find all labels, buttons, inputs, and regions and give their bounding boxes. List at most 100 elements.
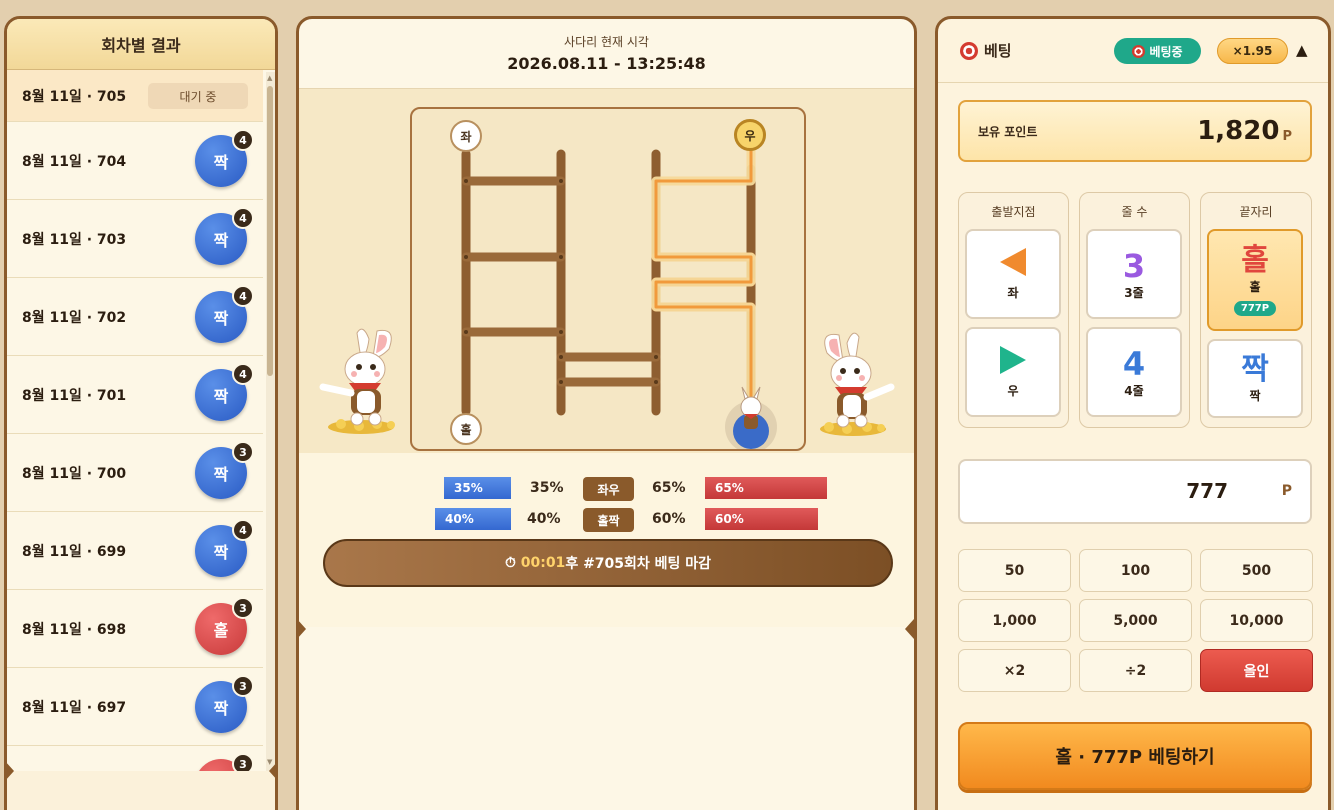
scroll-up-icon[interactable]: ▲ [267, 74, 272, 82]
end-digit-section: 끝자리 홀 홀 777P 짝 짝 [1200, 192, 1312, 428]
line-count-section: 줄 수 3 3줄 4 4줄 [1079, 192, 1190, 428]
timer-icon: ⏱ [504, 555, 521, 571]
betting-countdown: ⏱ 00:01 후 #705회차 베팅 마감 [323, 539, 893, 587]
section-title: 출발지점 [991, 205, 1036, 219]
chip-button[interactable]: ×2 [958, 649, 1071, 692]
section-title: 끝자리 [1239, 205, 1273, 219]
line-count-badge: 4 [232, 519, 254, 541]
end-left-marker: 홀 [450, 413, 482, 445]
ladder-board: 좌 우 홀 [410, 107, 806, 451]
results-panel: 회차별 결과 8월 11일 · 705 대기 중 8월 11일 · 704 짝 4 8… [4, 16, 278, 810]
clock-value: 2026.08.11 - 13:25:48 [507, 54, 706, 73]
option-label: 우 [1007, 383, 1019, 398]
option-label: 3줄 [1124, 285, 1144, 300]
result-row: 8월 11일 · 697 짝 3 [7, 668, 263, 746]
result-row: 8월 11일 · 703 짝 4 [7, 200, 263, 278]
chevron-right-icon[interactable] [299, 619, 306, 639]
result-row: 8월 11일 · 701 짝 4 [7, 356, 263, 434]
option-even[interactable]: 짝 짝 [1207, 339, 1303, 418]
status-badge: 대기 중 [148, 83, 248, 109]
round-label: 8월 11일 · 697 [22, 699, 127, 716]
option-right[interactable]: 우 [965, 327, 1061, 417]
start-left-marker: 좌 [450, 120, 482, 152]
chevron-left-icon[interactable] [269, 761, 275, 781]
option-label: 짝 [1249, 389, 1261, 403]
points-box: 보유 포인트 1,820 P [958, 100, 1312, 162]
multiplier-badge: ×1.95 [1217, 38, 1288, 64]
chip-button[interactable]: 500 [1200, 549, 1313, 592]
place-bet-button[interactable]: 홀 · 777P 베팅하기 [958, 722, 1312, 790]
round-label: 8월 11일 · 699 [22, 543, 127, 560]
result-row: 8월 11일 · 698 홀 3 [7, 590, 263, 668]
left-pct-text: 35% [530, 480, 564, 496]
odd-pct-text: 40% [527, 511, 561, 527]
right-pct-text: 65% [652, 480, 686, 496]
start-point-section: 출발지점 좌 우 [958, 192, 1069, 428]
result-row: 8월 11일 · 699 짝 4 [7, 512, 263, 590]
collapse-icon[interactable]: ▲ [1296, 41, 1308, 59]
all-in-button[interactable]: 올인 [1200, 649, 1313, 692]
chip-button[interactable]: 10,000 [1200, 599, 1313, 642]
round-label: 8월 11일 · 702 [22, 309, 127, 326]
points-value: 1,820 [1197, 116, 1280, 146]
clock-label: 사다리 현재 시각 [564, 35, 649, 49]
line-count-badge: 3 [232, 597, 254, 619]
clock-header: 사다리 현재 시각 2026.08.11 - 13:25:48 [299, 19, 914, 89]
chip-button[interactable]: ÷2 [1079, 649, 1192, 692]
betting-header: 베팅 베팅중 ×1.95 ▲ [938, 19, 1328, 83]
results-footer [7, 771, 275, 810]
option-left[interactable]: 좌 [965, 229, 1061, 319]
option-odd[interactable]: 홀 홀 777P [1207, 229, 1303, 331]
current-round-row: 8월 11일 · 705 대기 중 [7, 70, 263, 122]
amount-unit: P [1281, 483, 1292, 499]
amount-value: 777 [1186, 479, 1228, 503]
betting-panel: 베팅 베팅중 ×1.95 ▲ 보유 포인트 1,820 P 출발지점 좌 우 줄… [935, 16, 1331, 810]
option-big: 4 [1122, 344, 1146, 383]
line-count-badge: 4 [232, 363, 254, 385]
result-row: 8월 11일 · 704 짝 4 [7, 122, 263, 200]
option-big: 3 [1122, 246, 1146, 285]
even-pct-text: 60% [652, 511, 686, 527]
line-count-badge: 3 [232, 675, 254, 697]
results-scrollbar[interactable]: ▲ ▼ [266, 72, 275, 772]
option-3-lines[interactable]: 3 3줄 [1086, 229, 1182, 319]
section-title: 줄 수 [1121, 205, 1148, 219]
round-label: 8월 11일 · 701 [22, 387, 127, 404]
target-icon [1132, 44, 1146, 58]
start-right-marker: 우 [734, 119, 766, 151]
left-pct-bar: 35% [444, 477, 511, 499]
oe-stat-label: 홀짝 [583, 508, 634, 532]
round-label: 8월 11일 · 705 [22, 88, 127, 105]
result-row: 8월 11일 · 700 짝 3 [7, 434, 263, 512]
lr-stat-label: 좌우 [583, 477, 634, 501]
betting-status-text: 베팅중 [1149, 44, 1183, 59]
triangle-left-icon [1000, 247, 1026, 276]
chevron-left-icon[interactable] [905, 619, 914, 639]
ladder-stage: 좌 우 홀 [299, 89, 914, 453]
even-pct-bar: 60% [705, 508, 818, 530]
triangle-right-icon [1000, 345, 1026, 374]
option-4-lines[interactable]: 4 4줄 [1086, 327, 1182, 417]
option-amount-tag: 777P [1233, 301, 1277, 316]
chip-button[interactable]: 100 [1079, 549, 1192, 592]
results-title: 회차별 결과 [7, 19, 275, 70]
bet-amount-input[interactable]: 777 P [958, 459, 1312, 524]
rabbit-mascot-left [319, 328, 395, 434]
chevron-right-icon[interactable] [7, 761, 14, 781]
option-label: 홀 [1249, 280, 1261, 294]
line-count-badge: 3 [232, 441, 254, 463]
option-big: 짝 [1241, 352, 1269, 387]
odd-pct-bar: 40% [435, 508, 511, 530]
rabbit-mascot-right [820, 332, 895, 436]
round-label: 8월 11일 · 703 [22, 231, 127, 248]
target-icon [960, 41, 978, 60]
chip-button[interactable]: 1,000 [958, 599, 1071, 642]
round-label: 8월 11일 · 704 [22, 153, 127, 170]
option-big: 홀 [1241, 243, 1269, 278]
chip-button[interactable]: 5,000 [1079, 599, 1192, 642]
chip-button[interactable]: 50 [958, 549, 1071, 592]
scrollbar-thumb[interactable] [267, 86, 273, 376]
option-label: 좌 [1007, 285, 1019, 300]
option-label: 4줄 [1124, 383, 1144, 398]
round-label: 8월 11일 · 698 [22, 621, 127, 638]
